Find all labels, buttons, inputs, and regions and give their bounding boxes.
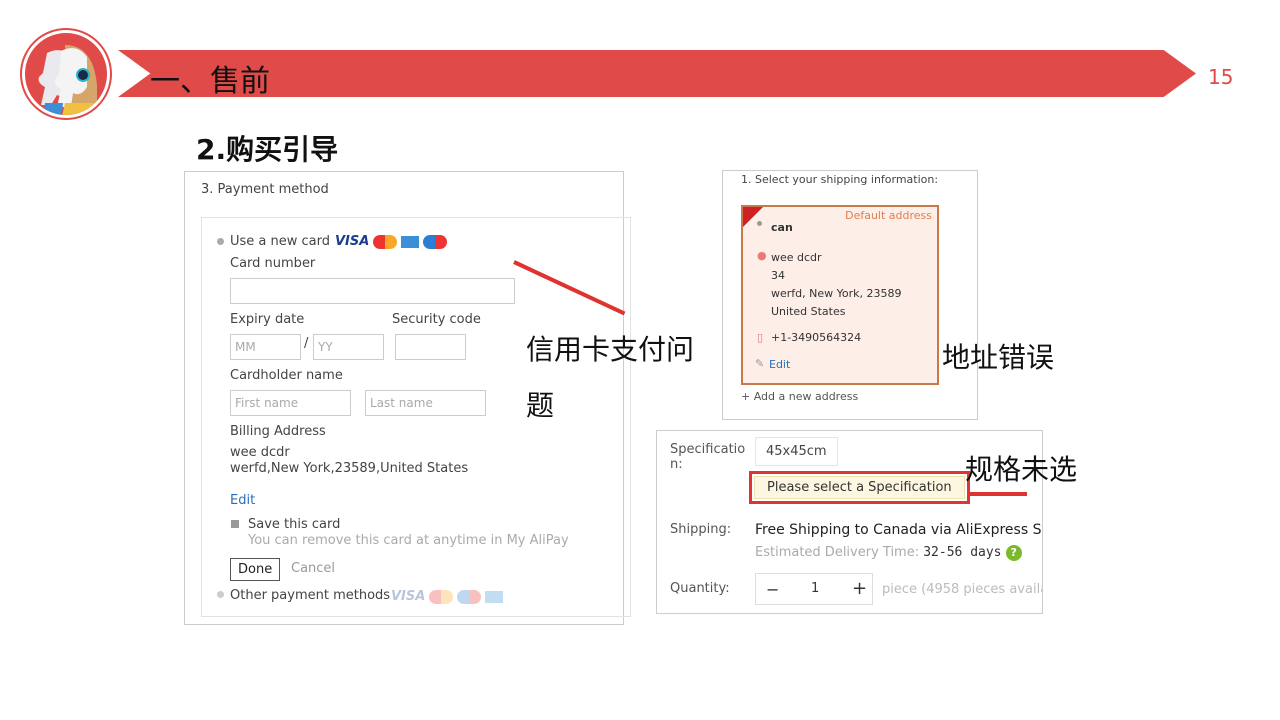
card-number-label: Card number: [230, 256, 316, 271]
increment-button[interactable]: +: [852, 578, 867, 599]
save-card-hint: You can remove this card at anytime in M…: [248, 533, 569, 548]
add-address-link[interactable]: + Add a new address: [741, 390, 858, 403]
expiry-month-input[interactable]: MM: [230, 334, 301, 360]
new-card-radio[interactable]: [217, 238, 224, 245]
spec-label: Specificatio n:: [670, 442, 746, 472]
address-line: 34: [771, 269, 785, 282]
use-new-card-label: Use a new card: [230, 234, 331, 249]
security-label: Security code: [392, 312, 481, 327]
quantity-input[interactable]: 1: [811, 581, 819, 596]
card-number-input[interactable]: [230, 278, 515, 304]
first-name-input[interactable]: First name: [230, 390, 351, 416]
address-line: wee dcdr: [771, 251, 822, 264]
name-dot-icon: [757, 221, 762, 226]
maestro-icon: [457, 589, 482, 604]
pencil-icon: ✎: [755, 357, 765, 370]
mastercard-icon: [429, 589, 454, 604]
delivery-value: 32-56 days: [923, 545, 1002, 560]
stock-text: piece (4958 pieces availab: [882, 582, 1043, 597]
default-address-card[interactable]: Default address can ● wee dcdr 34 werfd,…: [741, 205, 939, 385]
spec-warning: Please select a Specification: [754, 476, 965, 499]
billing-line-1: wee dcdr: [230, 445, 290, 460]
other-methods-label: Other payment methods: [230, 588, 391, 603]
default-address-badge: Default address: [845, 209, 932, 222]
spec-note: 规格未选: [965, 453, 1078, 486]
done-button[interactable]: Done: [230, 558, 281, 581]
credit-card-note-2: 题: [526, 389, 555, 422]
amex-icon: [485, 590, 504, 603]
shipping-label: Shipping:: [670, 522, 732, 537]
subtitle: 2.购买引导: [196, 133, 339, 166]
credit-card-note: 信用卡支付问: [526, 333, 695, 366]
address-lines: wee dcdr 34 werfd, New York, 23589 Unite…: [771, 249, 902, 321]
arrow-to-spec-note: [967, 492, 1027, 496]
cancel-button[interactable]: Cancel: [291, 561, 335, 576]
shipping-info-panel: 1. Select your shipping information: Def…: [722, 170, 978, 420]
other-methods-radio[interactable]: [217, 591, 224, 598]
mastercard-icon: [373, 234, 398, 249]
save-card-checkbox[interactable]: [231, 520, 239, 528]
address-name: can: [771, 221, 793, 234]
address-note: 地址错误: [942, 341, 1055, 374]
help-icon[interactable]: ?: [1005, 545, 1022, 561]
location-pin-icon: ●: [757, 249, 767, 262]
quantity-stepper: − 1 +: [755, 573, 873, 605]
other-brand-icons: VISA: [391, 589, 504, 604]
delivery-label: Estimated Delivery Time:: [755, 545, 920, 560]
expiry-year-input[interactable]: YY: [313, 334, 384, 360]
security-code-input[interactable]: [395, 334, 466, 360]
visa-icon: VISA: [335, 234, 370, 249]
decrement-button[interactable]: −: [766, 580, 779, 599]
address-phone: +1-3490564324: [771, 331, 862, 344]
visa-icon: VISA: [391, 589, 426, 604]
card-brand-icons: VISA: [335, 234, 448, 249]
edit-address-link[interactable]: Edit: [769, 358, 790, 371]
spec-warning-highlight: Please select a Specification: [749, 471, 970, 504]
section-title: 一、售前: [150, 64, 270, 99]
shipping-title: 1. Select your shipping information:: [741, 173, 939, 186]
maestro-icon: [423, 234, 448, 249]
edit-billing-link[interactable]: Edit: [230, 493, 255, 508]
page-number: 15: [1208, 65, 1234, 89]
expiry-label: Expiry date: [230, 312, 305, 327]
save-card-label: Save this card: [248, 517, 341, 532]
billing-line-2: werfd,New York,23589,United States: [230, 461, 469, 476]
delivery-time: Estimated Delivery Time: 32-56 days ?: [755, 545, 1022, 561]
phone-icon: ▯: [757, 331, 764, 344]
payment-form: [201, 217, 631, 617]
spec-option-45x45[interactable]: 45x45cm: [755, 437, 838, 466]
quantity-label: Quantity:: [670, 581, 730, 596]
expiry-slash: /: [304, 336, 309, 351]
address-line: werfd, New York, 23589: [771, 287, 902, 300]
title-banner: [118, 50, 1196, 97]
billing-label: Billing Address: [230, 424, 326, 439]
address-line: United States: [771, 305, 846, 318]
cardholder-label: Cardholder name: [230, 368, 343, 383]
last-name-input[interactable]: Last name: [365, 390, 486, 416]
payment-section-title: 3. Payment method: [201, 182, 329, 197]
amex-icon: [401, 235, 420, 248]
customer-service-logo: [22, 30, 110, 118]
shipping-text: Free Shipping to Canada via AliExpress S…: [755, 522, 1043, 538]
payment-method-panel: 3. Payment method Use a new card VISA Ca…: [184, 171, 631, 625]
